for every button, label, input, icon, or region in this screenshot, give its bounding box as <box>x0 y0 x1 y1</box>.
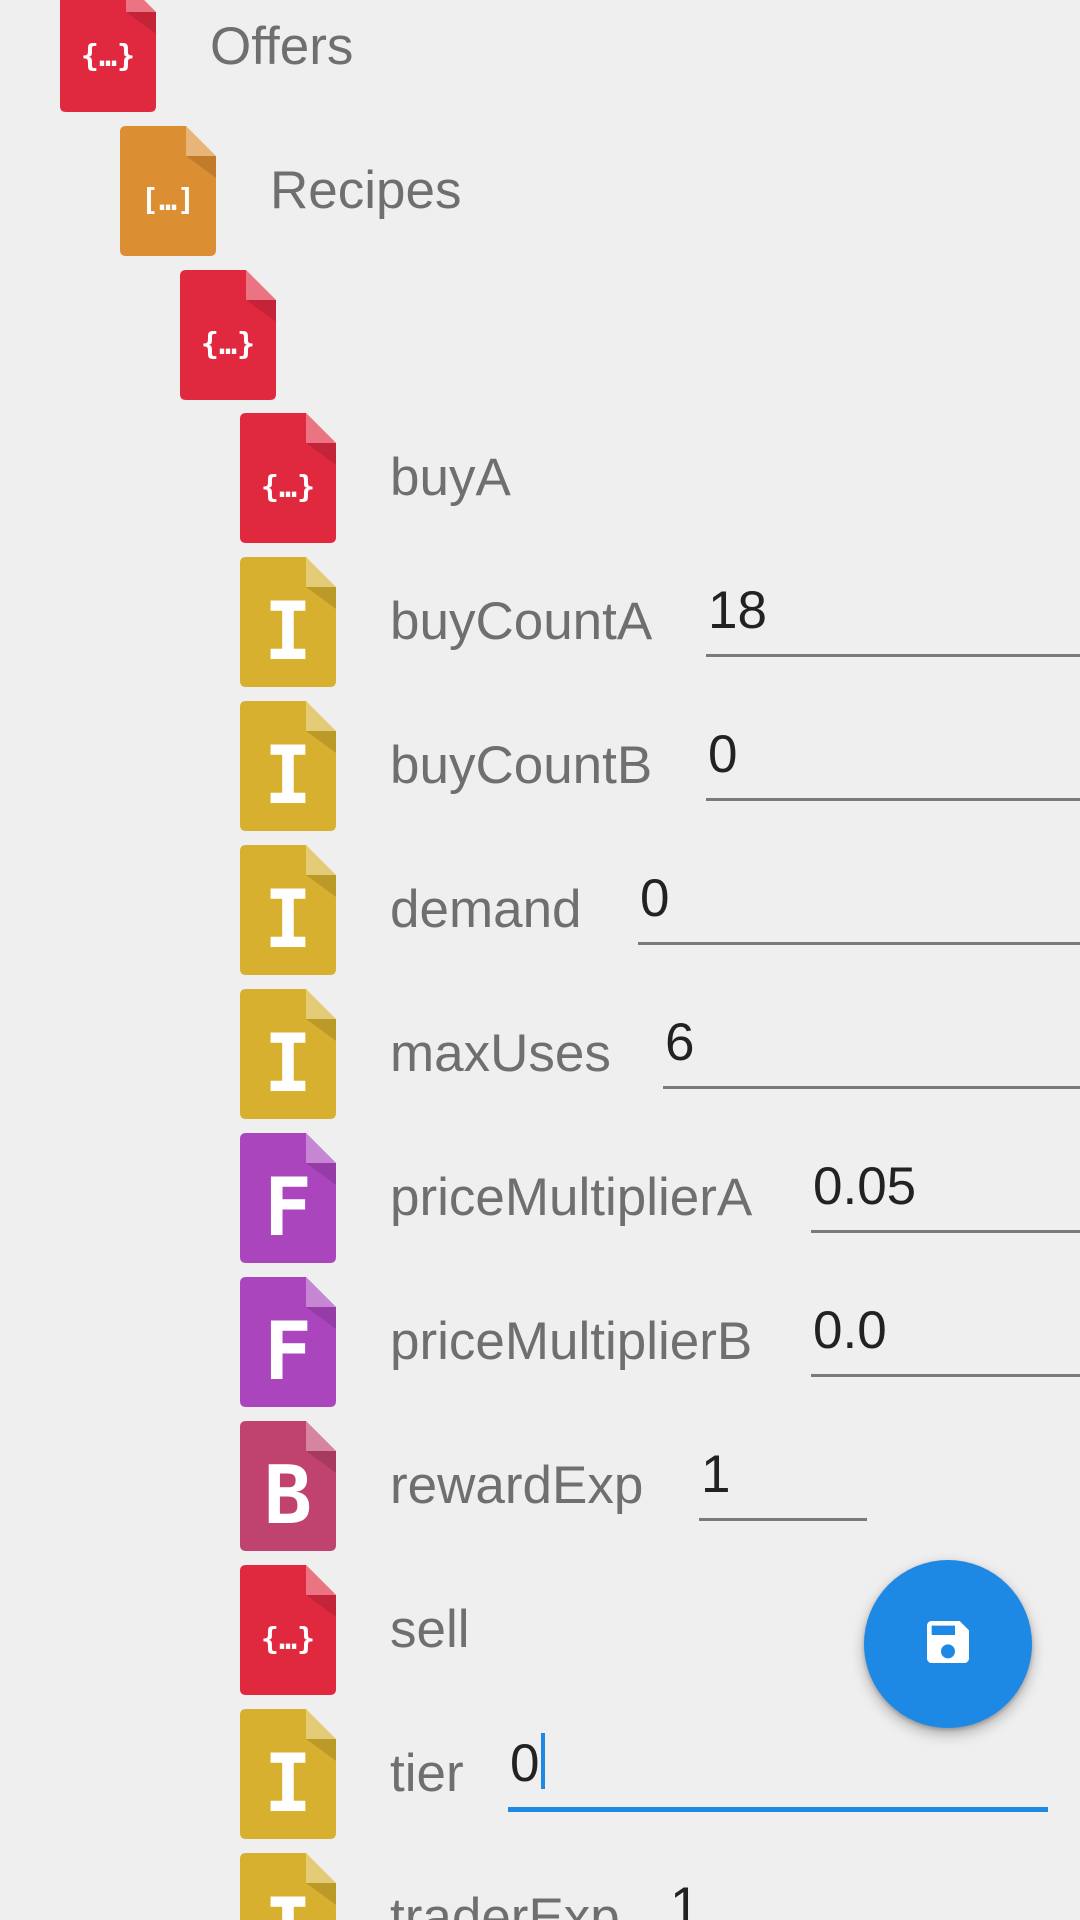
svg-text:F: F <box>264 1161 312 1254</box>
svg-text:I: I <box>264 1881 312 1920</box>
value-input[interactable]: 0 <box>638 845 1080 945</box>
nbt-editor-screen: {…} Offers […] Recipes {…} {…} buyA I bu… <box>0 0 1080 1920</box>
compound-tag-icon: {…} <box>240 413 336 543</box>
svg-text:[…]: […] <box>141 183 195 218</box>
value-input[interactable]: 1 <box>668 1853 1080 1920</box>
tree-node-label: tier <box>390 1744 464 1803</box>
value-text: 0.0 <box>813 1301 887 1360</box>
tree-node-traderexp[interactable]: I traderExp 1 <box>0 1853 1080 1920</box>
svg-text:{…}: {…} <box>201 327 255 362</box>
int-tag-icon: I <box>240 989 336 1119</box>
tree-node-label: rewardExp <box>390 1456 644 1515</box>
byte-tag-icon: B <box>240 1421 336 1551</box>
int-tag-icon: I <box>240 557 336 687</box>
tree-node-recipe-entry[interactable]: {…} <box>0 270 1080 414</box>
svg-text:F: F <box>264 1305 312 1398</box>
svg-text:I: I <box>264 729 312 822</box>
save-icon <box>920 1614 976 1675</box>
tree-node-buycounta[interactable]: I buyCountA 18 <box>0 557 1080 701</box>
value-input[interactable]: 0.0 <box>811 1277 1080 1377</box>
float-tag-icon: F <box>240 1277 336 1407</box>
tree-node-maxuses[interactable]: I maxUses 6 <box>0 989 1080 1133</box>
svg-text:{…}: {…} <box>81 39 135 74</box>
svg-text:{…}: {…} <box>261 1622 315 1657</box>
value-text: 0 <box>640 869 670 928</box>
text-cursor <box>541 1733 546 1789</box>
tree-node-label: Offers <box>210 17 354 76</box>
int-tag-icon: I <box>240 1709 336 1839</box>
tree-node-pricemultiplierb[interactable]: F priceMultiplierB 0.0 <box>0 1277 1080 1421</box>
tree-node-label: buyA <box>390 448 511 507</box>
tree-node-rewardexp[interactable]: B rewardExp 1 <box>0 1421 1080 1565</box>
save-fab-button[interactable] <box>864 1560 1032 1728</box>
tree-node-label: traderExp <box>390 1888 620 1920</box>
tree-node-buya[interactable]: {…} buyA <box>0 413 1080 557</box>
int-tag-icon: I <box>240 701 336 831</box>
tree-node-offers[interactable]: {…} Offers <box>0 0 1080 126</box>
float-tag-icon: F <box>240 1133 336 1263</box>
int-tag-icon: I <box>240 845 336 975</box>
value-input[interactable]: 0 <box>706 701 1080 801</box>
value-input[interactable]: 0.05 <box>811 1133 1080 1233</box>
value-text: 0 <box>708 725 738 784</box>
tree-node-label: priceMultiplierB <box>390 1312 753 1371</box>
value-input[interactable]: 18 <box>706 557 1080 657</box>
compound-tag-icon: {…} <box>240 1565 336 1695</box>
svg-text:I: I <box>264 585 312 678</box>
value-text: 1 <box>701 1445 731 1504</box>
tree-node-recipes[interactable]: […] Recipes <box>0 126 1080 270</box>
list-tag-icon: […] <box>120 126 216 256</box>
svg-text:B: B <box>264 1449 312 1542</box>
svg-text:I: I <box>264 873 312 966</box>
value-text: 1 <box>670 1877 700 1920</box>
value-input[interactable]: 1 <box>699 1421 867 1521</box>
svg-text:I: I <box>264 1017 312 1110</box>
tree-node-demand[interactable]: I demand 0 <box>0 845 1080 989</box>
value-input[interactable]: 6 <box>663 989 1080 1089</box>
svg-text:{…}: {…} <box>261 470 315 505</box>
tree-node-tier[interactable]: I tier 0 <box>0 1709 1080 1853</box>
tree-node-label: buyCountA <box>390 592 653 651</box>
tree-node-buycountb[interactable]: I buyCountB 0 <box>0 701 1080 845</box>
tree-node-label: priceMultiplierA <box>390 1168 753 1227</box>
int-tag-icon: I <box>240 1853 336 1920</box>
tree-node-label: Recipes <box>270 161 462 220</box>
tree-node-label: buyCountB <box>390 736 653 795</box>
value-text: 0.05 <box>813 1157 917 1216</box>
svg-text:I: I <box>264 1737 312 1830</box>
compound-tag-icon: {…} <box>60 0 156 112</box>
value-text-wrapper: 0 <box>510 1733 546 1794</box>
compound-tag-icon: {…} <box>180 270 276 400</box>
tree-node-label: maxUses <box>390 1024 611 1083</box>
tree-node-label: demand <box>390 880 582 939</box>
tree-node-pricemultipliera[interactable]: F priceMultiplierA 0.05 <box>0 1133 1080 1277</box>
value-text: 0 <box>510 1734 540 1793</box>
value-text: 6 <box>665 1013 695 1072</box>
tree-node-label: sell <box>390 1600 470 1659</box>
value-text: 18 <box>708 581 767 640</box>
